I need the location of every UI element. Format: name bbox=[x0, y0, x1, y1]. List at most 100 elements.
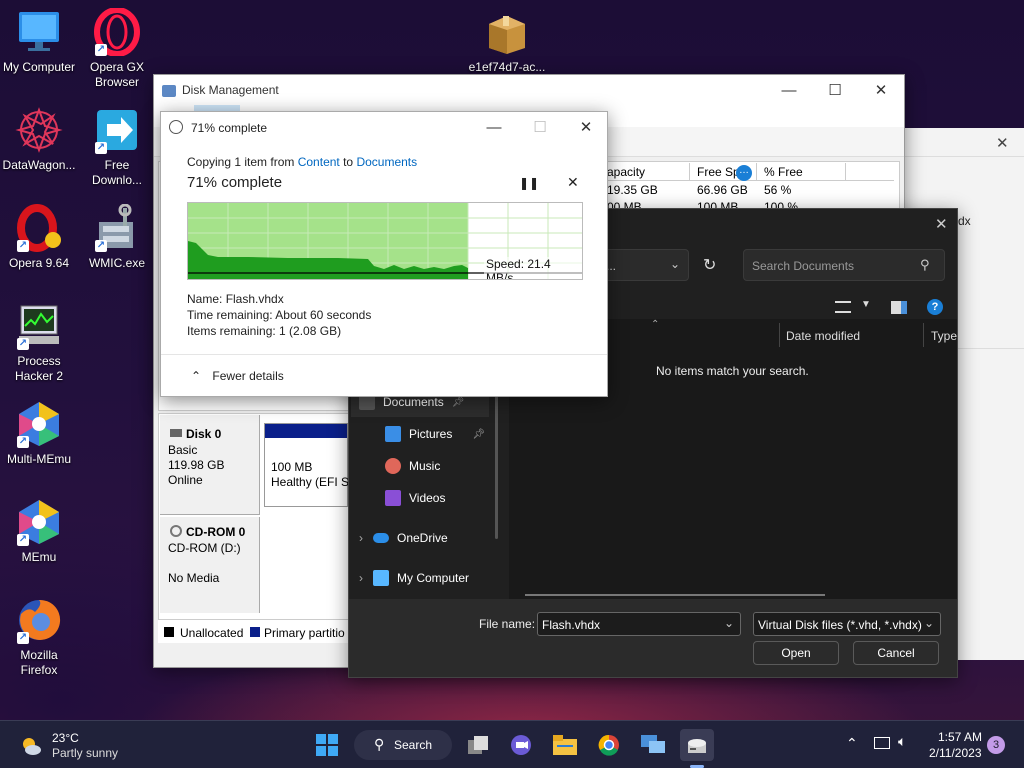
task-view-icon[interactable] bbox=[462, 729, 496, 761]
disk-management-taskbar-icon[interactable] bbox=[680, 729, 714, 761]
desktop-icon-label: Opera 9.64 bbox=[8, 256, 70, 270]
clock-time[interactable]: 1:57 AM bbox=[938, 730, 982, 744]
maximize-button[interactable]: ☐ bbox=[812, 75, 858, 105]
show-hidden-icons-chevron-up-icon[interactable]: ⌃ bbox=[846, 735, 858, 752]
preview-pane-icon[interactable] bbox=[891, 301, 907, 314]
close-button[interactable]: ✕ bbox=[563, 112, 609, 142]
process-hacker-icon: ↗ bbox=[15, 302, 63, 350]
start-button[interactable] bbox=[310, 729, 344, 761]
weather-temp: 23°C bbox=[52, 731, 79, 745]
desktop-icon-process-hacker[interactable]: ↗ Process Hacker 2 bbox=[0, 302, 82, 384]
horizontal-scrollbar[interactable] bbox=[525, 594, 825, 596]
desktop-icon-datawagon[interactable]: DataWagon... bbox=[0, 106, 82, 173]
copy-progress-dialog: 71% complete — ☐ ✕ Copying 1 item from C… bbox=[160, 111, 608, 397]
desktop-icon-label: MEmu bbox=[21, 550, 57, 564]
nav-item-videos[interactable]: Videos bbox=[359, 483, 505, 513]
pause-button[interactable]: ❚❚ bbox=[519, 176, 539, 190]
file-explorer-icon[interactable] bbox=[548, 729, 582, 761]
cdrom-panel[interactable]: CD-ROM 0 CD-ROM (D:) No Media bbox=[160, 517, 260, 613]
column-header-date-modified[interactable]: Date modified bbox=[786, 329, 860, 343]
pin-icon[interactable]: 📌︎ bbox=[452, 397, 465, 408]
partition-block[interactable]: 100 MB Healthy (EFI Sy bbox=[264, 423, 355, 507]
chevron-right-icon[interactable]: › bbox=[359, 531, 363, 545]
nav-item-onedrive[interactable]: › OneDrive bbox=[359, 523, 505, 553]
nav-item-my-computer[interactable]: › My Computer bbox=[359, 563, 505, 593]
detail-name-label: Name: bbox=[187, 292, 223, 306]
desktop-icon-opera-964[interactable]: ↗ Opera 9.64 bbox=[0, 204, 82, 271]
cancel-button[interactable]: Cancel bbox=[853, 641, 939, 665]
table-row[interactable]: 19.35 GB 66.96 GB 56 % bbox=[604, 183, 894, 199]
detail-time-row: Time remaining: About 60 seconds bbox=[187, 308, 371, 322]
nav-item-music[interactable]: Music bbox=[359, 451, 505, 481]
progress-heading: 71% complete bbox=[187, 174, 283, 191]
volume-icon[interactable]: 🔈︎ bbox=[898, 733, 906, 750]
network-icon[interactable] bbox=[874, 737, 890, 749]
remote-desktop-icon[interactable] bbox=[636, 729, 670, 761]
navigation-pane: Documents 📌︎ Pictures 📌︎ Music Videos › … bbox=[349, 385, 497, 597]
monitor-icon bbox=[15, 8, 63, 56]
help-icon[interactable]: ? bbox=[927, 299, 943, 315]
search-icon: ⚲ bbox=[374, 736, 385, 752]
datawagon-icon bbox=[15, 106, 63, 154]
meet-chat-icon[interactable] bbox=[504, 729, 538, 761]
desktop-icon-wmic[interactable]: ↗ WMIC.exe bbox=[74, 203, 160, 271]
chevron-right-icon[interactable]: › bbox=[359, 571, 363, 585]
view-options-icon[interactable] bbox=[835, 301, 851, 313]
column-header-percent-free[interactable]: % Free bbox=[764, 165, 803, 179]
desktop-icon-label: e1ef74d7-ac... bbox=[468, 60, 546, 74]
desktop-icon-my-computer[interactable]: My Computer bbox=[0, 8, 82, 75]
nav-label: OneDrive bbox=[397, 531, 448, 545]
file-type-select[interactable]: Virtual Disk files (*.vhd, *.vhdx) ⌄ bbox=[753, 612, 941, 636]
column-header-type[interactable]: Type bbox=[931, 329, 957, 343]
desktop-icon-free-download[interactable]: ↗ Free Downlo... bbox=[74, 106, 160, 188]
desktop-icon-firefox[interactable]: ↗ Mozilla Firefox bbox=[0, 596, 82, 678]
desktop-icon-opera-gx[interactable]: ↗ Opera GX Browser bbox=[74, 7, 160, 90]
desktop-icon-package[interactable]: e1ef74d7-ac... bbox=[464, 8, 550, 75]
minimize-button[interactable]: — bbox=[471, 112, 517, 142]
pin-icon[interactable]: 📌︎ bbox=[472, 429, 485, 440]
close-icon[interactable]: ✕ bbox=[996, 134, 1009, 152]
taskbar-search[interactable]: ⚲ Search bbox=[354, 730, 452, 760]
firefox-icon: ↗ bbox=[15, 596, 63, 644]
weather-widget[interactable]: 23°C Partly sunny bbox=[16, 729, 126, 763]
detail-time-label: Time remaining: bbox=[187, 308, 273, 322]
maximize-button[interactable]: ☐ bbox=[517, 112, 563, 142]
address-bar[interactable]: ... ⌄ bbox=[599, 249, 689, 281]
nav-item-pictures[interactable]: Pictures 📌︎ bbox=[359, 419, 505, 449]
chrome-icon[interactable] bbox=[592, 729, 626, 761]
chevron-down-icon[interactable]: ⌄ bbox=[724, 616, 734, 630]
chevron-down-icon[interactable]: ▼ bbox=[861, 299, 871, 310]
nav-label: Pictures bbox=[409, 427, 453, 441]
notification-badge[interactable]: 3 bbox=[987, 736, 1005, 754]
file-name-value: Flash.vhdx bbox=[542, 618, 601, 632]
shortcut-arrow-icon: ↗ bbox=[17, 632, 29, 644]
capacity-cell: 19.35 GB bbox=[607, 183, 658, 197]
desktop-icon-memu[interactable]: ↗ MEmu bbox=[0, 498, 82, 565]
minimize-button[interactable]: — bbox=[766, 75, 812, 105]
sort-chevron-up-icon[interactable]: ⌃ bbox=[651, 319, 659, 330]
destination-link[interactable]: Documents bbox=[356, 155, 417, 169]
fewer-details-button[interactable]: ⌃ Fewer details bbox=[191, 369, 284, 383]
clock-date[interactable]: 2/11/2023 bbox=[929, 746, 982, 760]
shortcut-arrow-icon: ↗ bbox=[95, 44, 107, 56]
desktop-icon-multi-memu[interactable]: ↗ Multi-MEmu bbox=[0, 400, 82, 467]
shortcut-arrow-icon: ↗ bbox=[17, 436, 29, 448]
desktop-icon-label: WMIC.exe bbox=[88, 256, 145, 270]
chevron-down-icon[interactable]: ⌄ bbox=[924, 616, 934, 630]
details-divider bbox=[161, 354, 607, 355]
open-button[interactable]: Open bbox=[753, 641, 839, 665]
shortcut-arrow-icon: ↗ bbox=[95, 142, 107, 154]
file-name-input[interactable]: Flash.vhdx ⌄ bbox=[537, 612, 741, 636]
close-icon[interactable]: ✕ bbox=[935, 215, 948, 233]
close-button[interactable]: ✕ bbox=[858, 75, 904, 105]
source-link[interactable]: Content bbox=[298, 155, 340, 169]
detail-items-row: Items remaining: 1 (2.08 GB) bbox=[187, 324, 341, 338]
chevron-down-icon[interactable]: ⌄ bbox=[670, 257, 680, 271]
cancel-copy-button[interactable]: ✕ bbox=[567, 174, 579, 191]
hard-disk-icon bbox=[170, 429, 182, 437]
refresh-icon[interactable]: ↻ bbox=[703, 255, 716, 275]
column-header-capacity[interactable]: apacity bbox=[607, 165, 645, 179]
disk-0-panel[interactable]: Disk 0 Basic 119.98 GB Online bbox=[160, 415, 260, 515]
search-input[interactable]: Search Documents ⚲ bbox=[743, 249, 945, 281]
memu-icon: ↗ bbox=[15, 498, 63, 546]
